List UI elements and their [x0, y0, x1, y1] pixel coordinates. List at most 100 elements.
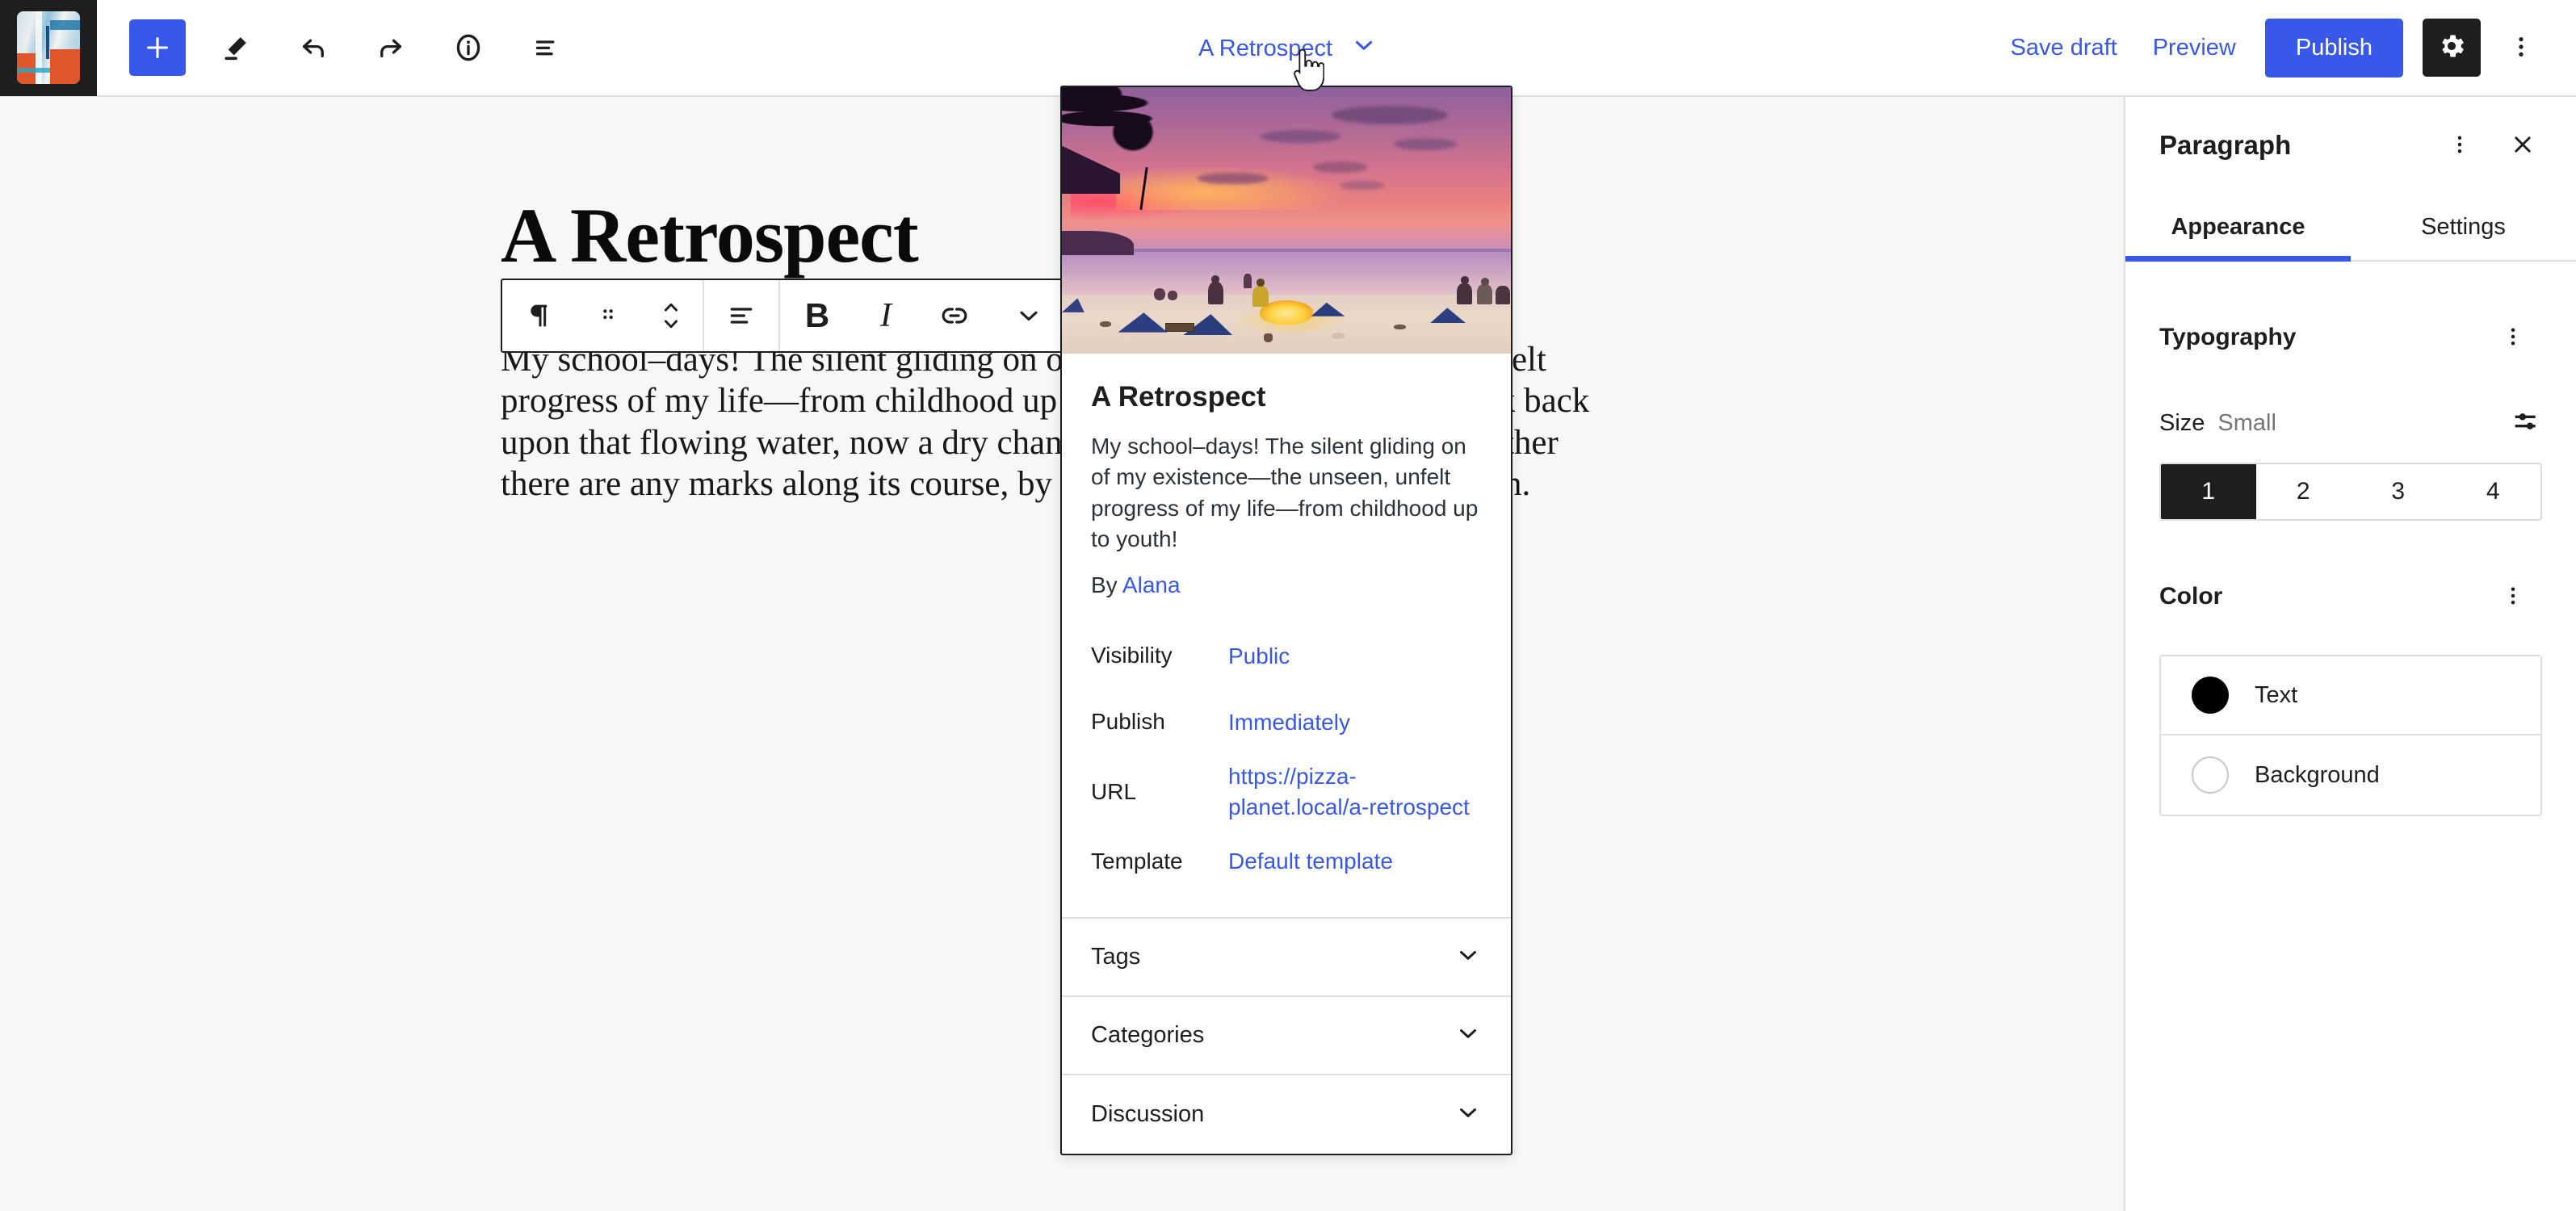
color-options-list: Text Background [2159, 655, 2542, 816]
bold-button[interactable]: B [780, 280, 854, 351]
add-block-button[interactable] [129, 19, 186, 76]
font-size-stepper: 1 2 3 4 [2159, 463, 2542, 521]
color-title: Color [2159, 583, 2223, 610]
chevron-down-icon [1454, 1020, 1482, 1051]
color-option-text[interactable]: Text [2161, 656, 2540, 735]
sidebar-tabs: Appearance Settings [2125, 194, 2576, 262]
block-toolbar-group-align [704, 280, 778, 351]
kebab-vertical-icon [2448, 132, 2472, 159]
editor-header: A Retrospect Save draft Preview Publish [0, 0, 2576, 97]
block-type-paragraph-button[interactable] [502, 280, 577, 351]
header-right-actions: Save draft Preview Publish [1993, 14, 2576, 82]
popover-meta-rows: Visibility Public Publish Immediately UR… [1062, 622, 1511, 894]
list-view-button[interactable] [507, 9, 585, 86]
chevron-down-icon [1350, 31, 1378, 65]
sidebar-close-button[interactable] [2494, 116, 2552, 174]
popover-author-line: By Alana [1091, 572, 1482, 622]
details-button[interactable] [430, 9, 507, 86]
meta-label: Publish [1091, 709, 1165, 735]
color-more-options-button[interactable] [2484, 568, 2542, 626]
section-categories[interactable]: Categories [1062, 997, 1511, 1075]
meta-label: Visibility [1091, 643, 1173, 668]
typography-section-header: Typography [2159, 262, 2542, 367]
block-toolbar: B I [501, 279, 1068, 353]
meta-label: Template [1091, 848, 1183, 874]
by-prefix-label: By [1091, 572, 1118, 598]
sidebar-more-options-button[interactable] [2431, 116, 2489, 174]
color-option-label: Text [2255, 681, 2298, 708]
font-size-row: Size Small [2159, 405, 2542, 442]
size-step-2[interactable]: 2 [2256, 464, 2352, 519]
meta-row-publish: Publish Immediately [1091, 689, 1482, 755]
size-step-3[interactable]: 3 [2351, 464, 2446, 519]
color-section-header: Color [2159, 521, 2542, 626]
block-settings-sidebar: Paragraph Appearance Settings Typography [2124, 97, 2576, 1211]
meta-label: URL [1091, 778, 1137, 804]
settings-button[interactable] [2423, 19, 2481, 77]
gear-icon [2436, 31, 2467, 65]
sliders-icon[interactable] [2510, 405, 2542, 442]
header-left-toolbar [97, 9, 585, 86]
font-size-label: Size [2159, 410, 2205, 436]
featured-image-beach-sunset [1062, 87, 1511, 354]
block-toolbar-group-block [502, 280, 703, 351]
more-options-button[interactable] [2487, 14, 2555, 82]
tab-appearance[interactable]: Appearance [2125, 194, 2351, 262]
background-color-swatch [2192, 756, 2229, 794]
appearance-panel: Typography Size Small 1 2 3 4 Color Text… [2125, 262, 2576, 816]
typography-more-options-button[interactable] [2484, 308, 2542, 367]
redo-button[interactable] [352, 9, 430, 86]
link-button[interactable] [917, 280, 992, 351]
document-title-dropdown[interactable]: A Retrospect [1185, 22, 1391, 75]
undo-button[interactable] [275, 9, 352, 86]
popover-collapsible-sections: Tags Categories Discussion [1062, 916, 1511, 1154]
section-label: Discussion [1091, 1100, 1205, 1127]
section-label: Categories [1091, 1021, 1205, 1048]
move-updown-button[interactable] [640, 280, 703, 351]
preview-button[interactable]: Preview [2135, 20, 2254, 76]
color-option-background[interactable]: Background [2161, 735, 2540, 815]
site-icon-thumbnail [17, 11, 80, 84]
size-step-4[interactable]: 4 [2446, 464, 2541, 519]
kebab-vertical-icon [2501, 584, 2525, 610]
sidebar-header-actions [2431, 116, 2552, 174]
section-tags[interactable]: Tags [1062, 919, 1511, 997]
tab-settings[interactable]: Settings [2351, 194, 2576, 260]
popover-summary: A Retrospect My school–days! The silent … [1062, 354, 1511, 622]
meta-value-url[interactable]: https://pizza-planet.local/a-retrospect [1228, 761, 1471, 821]
meta-row-visibility: Visibility Public [1091, 622, 1482, 689]
typography-title: Typography [2159, 324, 2297, 350]
more-options-button[interactable] [992, 280, 1066, 351]
size-step-1[interactable]: 1 [2161, 464, 2256, 519]
color-option-label: Background [2255, 761, 2380, 788]
text-color-swatch [2192, 677, 2229, 714]
section-label: Tags [1091, 943, 1141, 970]
meta-value-template[interactable]: Default template [1228, 846, 1393, 876]
sidebar-title: Paragraph [2159, 130, 2292, 160]
italic-button[interactable]: I [854, 280, 917, 351]
popover-post-title: A Retrospect [1091, 381, 1266, 413]
document-details-popover: A Retrospect My school–days! The silent … [1060, 86, 1512, 1155]
meta-row-url: URL https://pizza-planet.local/a-retrosp… [1091, 755, 1482, 828]
block-toolbar-group-format: B I [780, 280, 1066, 351]
meta-value-publish[interactable]: Immediately [1228, 707, 1350, 737]
font-size-value: Small [2217, 410, 2276, 436]
section-discussion[interactable]: Discussion [1062, 1075, 1511, 1154]
meta-value-visibility[interactable]: Public [1228, 641, 1290, 671]
sidebar-header: Paragraph [2125, 97, 2576, 194]
publish-button[interactable]: Publish [2264, 18, 2403, 78]
site-icon-button[interactable] [0, 0, 97, 96]
chevron-down-icon [1454, 1099, 1482, 1130]
tools-button[interactable] [197, 9, 275, 86]
save-draft-button[interactable]: Save draft [1993, 20, 2135, 76]
drag-handle[interactable] [577, 280, 640, 351]
close-x-icon [2508, 130, 2537, 161]
kebab-vertical-icon [2507, 33, 2535, 63]
kebab-vertical-icon [2501, 325, 2525, 351]
document-title-label: A Retrospect [1198, 35, 1333, 61]
popover-excerpt: My school–days! The silent gliding on of… [1091, 434, 1479, 552]
align-text-button[interactable] [704, 280, 778, 351]
meta-row-template: Template Default template [1091, 828, 1482, 895]
author-link[interactable]: Alana [1122, 572, 1181, 597]
chevron-down-icon [1454, 941, 1482, 973]
